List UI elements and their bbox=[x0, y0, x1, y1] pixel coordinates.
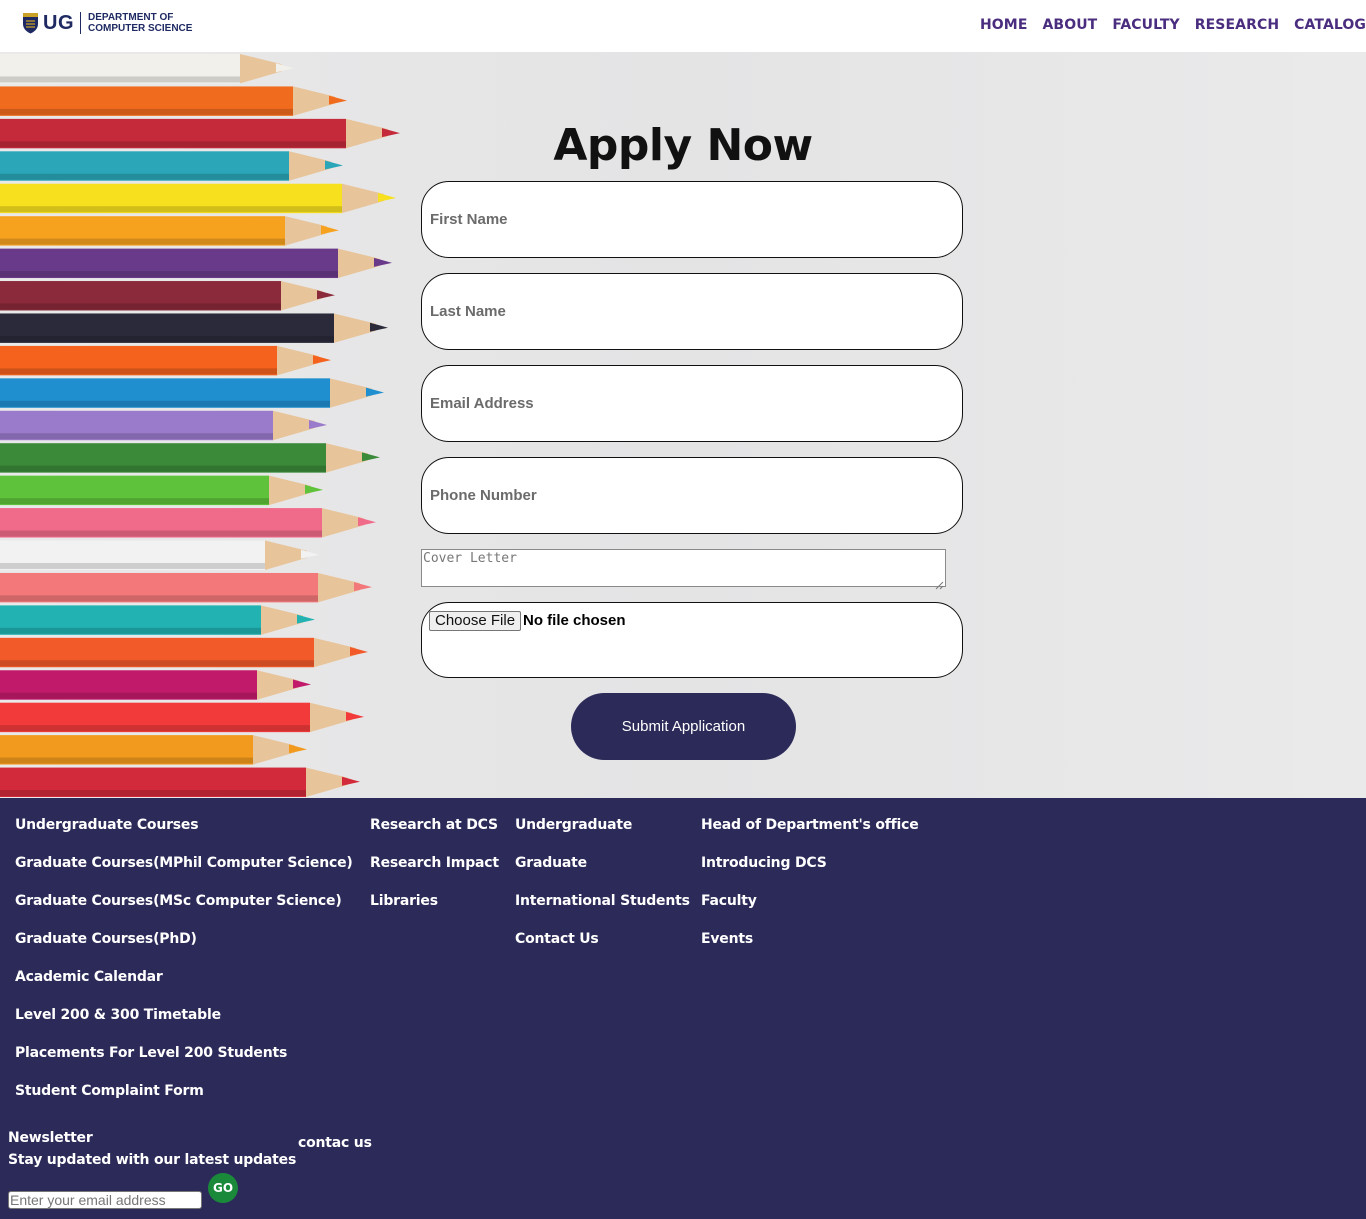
ug-logo[interactable]: UG DEPARTMENT OF COMPUTER SCIENCE bbox=[22, 9, 192, 37]
pencil bbox=[0, 540, 319, 570]
pencil bbox=[0, 86, 347, 116]
footer-link-academic-calendar[interactable]: Academic Calendar bbox=[15, 968, 353, 1006]
newsletter-block: Newsletter Stay updated with our latest … bbox=[8, 1127, 296, 1171]
submit-application-button[interactable]: Submit Application bbox=[571, 693, 796, 760]
footer-link-events[interactable]: Events bbox=[701, 930, 919, 968]
page-title: Apply Now bbox=[553, 120, 813, 171]
pencil bbox=[0, 313, 388, 343]
first-name-input[interactable] bbox=[422, 182, 962, 257]
logo-ug-text: UG bbox=[43, 11, 74, 34]
pencil bbox=[0, 767, 360, 797]
crest-icon bbox=[22, 12, 39, 34]
pencil bbox=[0, 378, 384, 408]
pencil bbox=[0, 508, 376, 538]
footer-link-libraries[interactable]: Libraries bbox=[370, 892, 499, 930]
first-name-wrapper bbox=[421, 181, 963, 258]
email-wrapper bbox=[421, 365, 963, 442]
footer-link-hod-office[interactable]: Head of Department's office bbox=[701, 816, 919, 854]
pencil bbox=[0, 670, 311, 700]
newsletter-title: Newsletter bbox=[8, 1130, 93, 1146]
nav-home[interactable]: HOME bbox=[980, 17, 1028, 33]
footer-link-mphil[interactable]: Graduate Courses(MPhil Computer Science) bbox=[15, 854, 353, 892]
footer-link-faculty[interactable]: Faculty bbox=[701, 892, 919, 930]
footer-link-placements[interactable]: Placements For Level 200 Students bbox=[15, 1044, 353, 1082]
nav-about[interactable]: ABOUT bbox=[1042, 17, 1097, 33]
site-footer: Undergraduate Courses Graduate Courses(M… bbox=[0, 798, 1366, 1219]
footer-link-research-at-dcs[interactable]: Research at DCS bbox=[370, 816, 499, 854]
pencil bbox=[0, 248, 392, 279]
footer-link-contact[interactable]: Contact Us bbox=[515, 930, 690, 968]
pencil bbox=[0, 735, 307, 765]
footer-link-international[interactable]: International Students bbox=[515, 892, 690, 930]
logo-dept-text: DEPARTMENT OF COMPUTER SCIENCE bbox=[88, 12, 192, 34]
pencil bbox=[0, 637, 368, 668]
phone-wrapper bbox=[421, 457, 963, 534]
dept-line-1: DEPARTMENT OF bbox=[88, 12, 174, 23]
dept-line-2: COMPUTER SCIENCE bbox=[88, 23, 193, 34]
nav-catalog[interactable]: CATALOG bbox=[1294, 17, 1366, 33]
file-upload-field: Choose File No file chosen bbox=[421, 602, 963, 678]
newsletter-subtitle: Stay updated with our latest updates bbox=[8, 1152, 297, 1168]
footer-col-courses: Undergraduate Courses Graduate Courses(M… bbox=[15, 816, 353, 1120]
pencil bbox=[0, 345, 331, 376]
footer-link-undergraduate-courses[interactable]: Undergraduate Courses bbox=[15, 816, 353, 854]
phone-input[interactable] bbox=[422, 458, 962, 533]
pencil bbox=[0, 605, 315, 635]
apply-hero: Apply Now Choose File No file chosen Sub… bbox=[0, 52, 1366, 798]
pencil bbox=[0, 410, 327, 441]
footer-link-msc[interactable]: Graduate Courses(MSc Computer Science) bbox=[15, 892, 353, 930]
contact-us-link[interactable]: contac us bbox=[298, 1135, 372, 1151]
pencil bbox=[0, 54, 294, 84]
newsletter-email-input[interactable] bbox=[8, 1191, 202, 1209]
choose-file-button[interactable]: Choose File bbox=[429, 611, 522, 631]
footer-col-admissions: Undergraduate Graduate International Stu… bbox=[515, 816, 690, 968]
pencil bbox=[0, 216, 339, 246]
newsletter-go-button[interactable]: GO bbox=[208, 1173, 238, 1203]
cover-letter-textarea[interactable] bbox=[421, 549, 946, 587]
no-file-text: No file chosen bbox=[523, 612, 626, 629]
pencil bbox=[0, 572, 372, 603]
last-name-input[interactable] bbox=[422, 274, 962, 349]
pencil bbox=[0, 475, 323, 506]
site-header: UG DEPARTMENT OF COMPUTER SCIENCE HOME A… bbox=[0, 0, 1366, 52]
pencil bbox=[0, 183, 396, 214]
footer-link-timetable[interactable]: Level 200 & 300 Timetable bbox=[15, 1006, 353, 1044]
nav-faculty[interactable]: FACULTY bbox=[1112, 17, 1179, 33]
footer-link-introducing-dcs[interactable]: Introducing DCS bbox=[701, 854, 919, 892]
footer-link-research-impact[interactable]: Research Impact bbox=[370, 854, 499, 892]
footer-link-graduate[interactable]: Graduate bbox=[515, 854, 690, 892]
nav-research[interactable]: RESEARCH bbox=[1195, 17, 1279, 33]
pencil bbox=[0, 702, 364, 733]
footer-col-research: Research at DCS Research Impact Librarie… bbox=[370, 816, 499, 930]
main-nav: HOME ABOUT FACULTY RESEARCH CATALOG bbox=[965, 17, 1366, 33]
logo-divider bbox=[80, 12, 81, 34]
last-name-wrapper bbox=[421, 273, 963, 350]
pencil bbox=[0, 443, 380, 473]
footer-col-about: Head of Department's office Introducing … bbox=[701, 816, 919, 968]
footer-link-complaint-form[interactable]: Student Complaint Form bbox=[15, 1082, 353, 1120]
resize-grip-icon[interactable] bbox=[934, 575, 944, 590]
pencil bbox=[0, 281, 335, 311]
email-input[interactable] bbox=[422, 366, 962, 441]
footer-link-undergraduate[interactable]: Undergraduate bbox=[515, 816, 690, 854]
footer-link-phd[interactable]: Graduate Courses(PhD) bbox=[15, 930, 353, 968]
